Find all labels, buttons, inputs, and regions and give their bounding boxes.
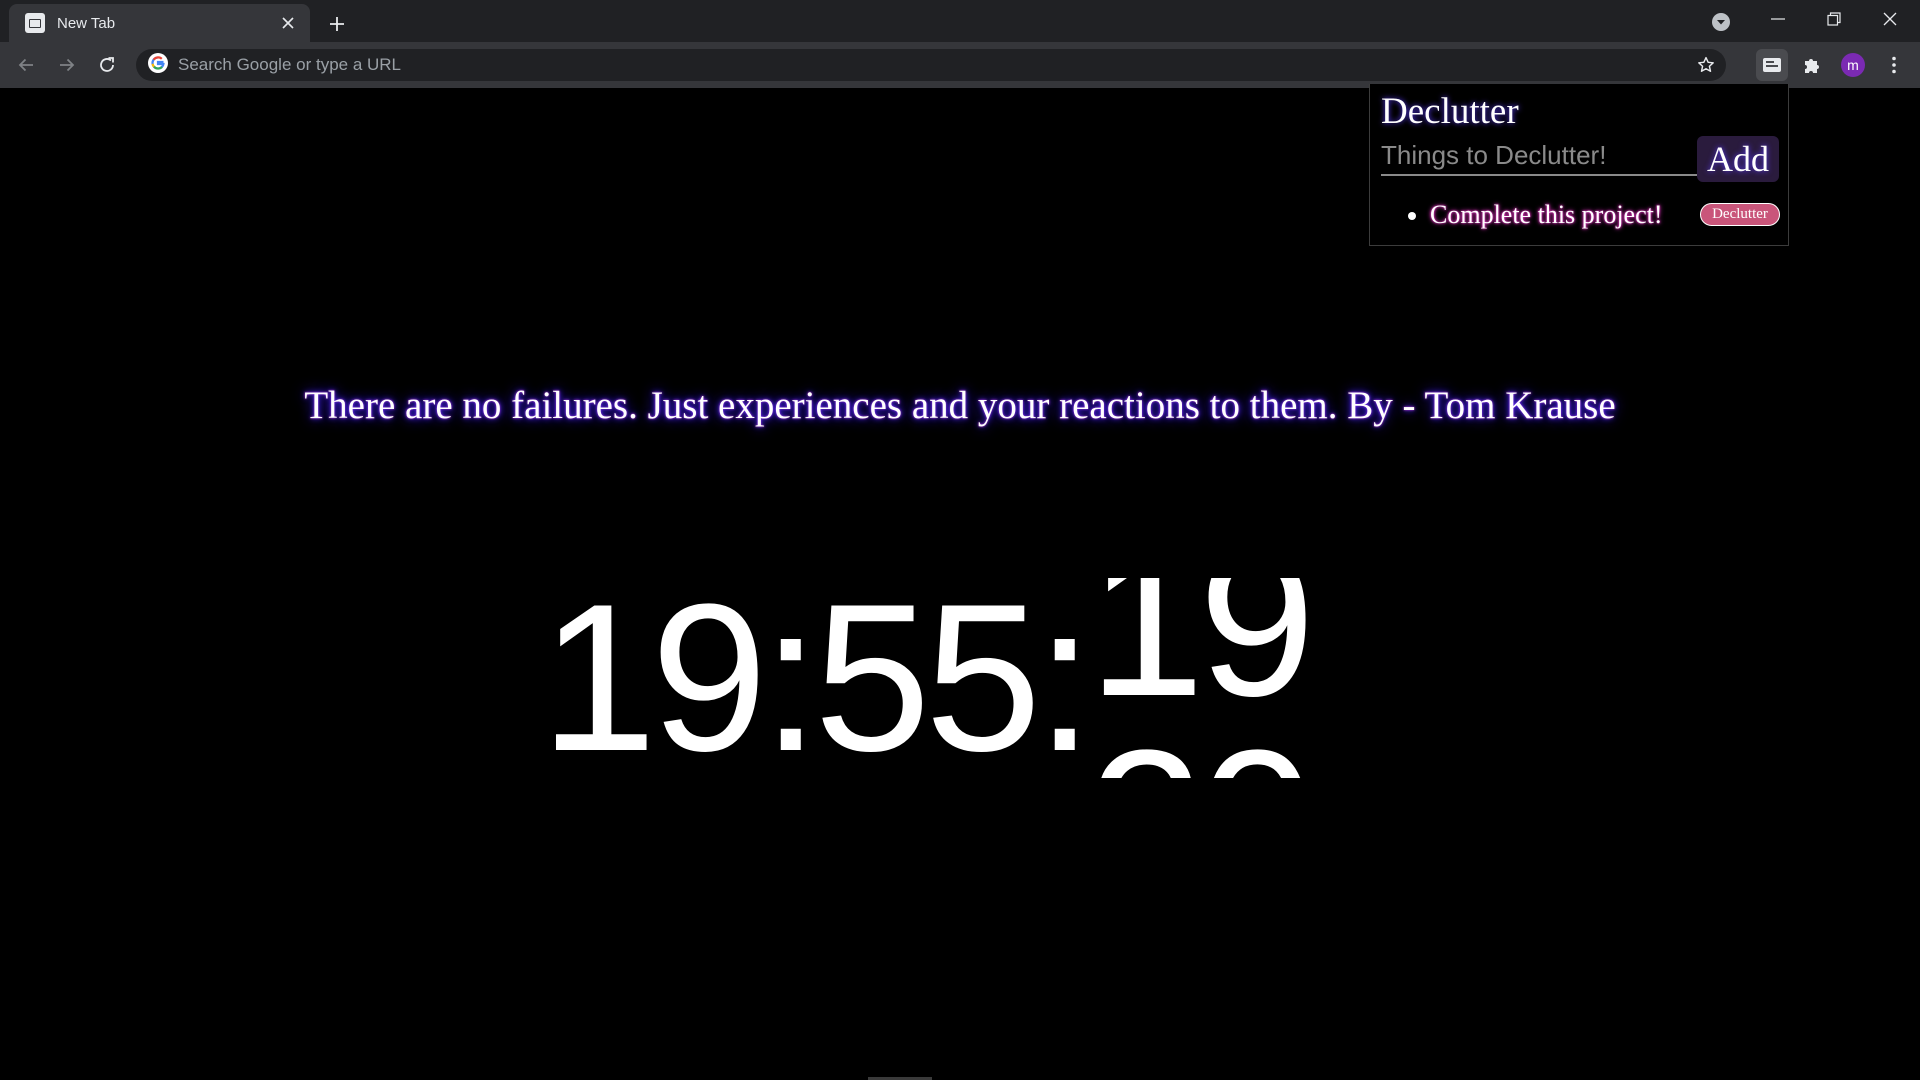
back-arrow-icon[interactable] (10, 49, 42, 81)
quote-text: There are no failures. Just experiences … (304, 384, 1616, 427)
profile-avatar[interactable]: m (1837, 49, 1869, 81)
list-item: Complete this project! (1430, 200, 1663, 230)
declutter-popup: Declutter Add Complete this project! Dec… (1369, 84, 1789, 246)
menu-kebab-icon[interactable] (1878, 49, 1910, 81)
new-tab-plus-icon[interactable] (322, 9, 352, 39)
clock-hours: 19 (540, 560, 768, 795)
omnibox[interactable] (136, 49, 1726, 81)
extensions-puzzle-icon[interactable] (1796, 49, 1828, 81)
close-tab-icon[interactable] (276, 11, 300, 35)
minimize-icon[interactable] (1750, 0, 1806, 38)
bookmark-star-icon[interactable] (1690, 49, 1722, 81)
reload-icon[interactable] (91, 49, 123, 81)
forward-arrow-icon[interactable] (51, 49, 83, 81)
clock-separator: : (1035, 560, 1094, 795)
tab-strip: New Tab (0, 0, 1920, 42)
clock-seconds-current: 19 (1087, 578, 1316, 740)
tab-new-tab[interactable]: New Tab (9, 4, 310, 42)
new-tab-favicon-icon (25, 13, 45, 33)
declutter-item-button[interactable]: Declutter (1700, 203, 1780, 226)
declutter-list: Complete this project! (1430, 200, 1663, 230)
clock-separator: : (761, 560, 820, 795)
clock-minutes: 55 (813, 560, 1042, 795)
declutter-extension-icon[interactable] (1756, 49, 1788, 81)
declutter-input[interactable] (1381, 136, 1697, 176)
digital-clock: 19 : 55 : 19 20 (540, 560, 1322, 795)
close-window-icon[interactable] (1862, 0, 1918, 38)
tab-search-icon[interactable] (1708, 9, 1734, 35)
popup-title: Declutter (1381, 91, 1519, 132)
browser-toolbar: m (0, 42, 1920, 88)
address-bar-input[interactable] (178, 55, 1690, 75)
add-button[interactable]: Add (1697, 136, 1779, 182)
profile-initial: m (1841, 53, 1865, 77)
restore-icon[interactable] (1806, 0, 1862, 38)
tab-title: New Tab (57, 14, 116, 32)
clock-seconds-flip: 19 20 (1088, 578, 1322, 778)
clock-seconds-next: 20 (1088, 719, 1316, 779)
google-g-icon (148, 52, 168, 78)
